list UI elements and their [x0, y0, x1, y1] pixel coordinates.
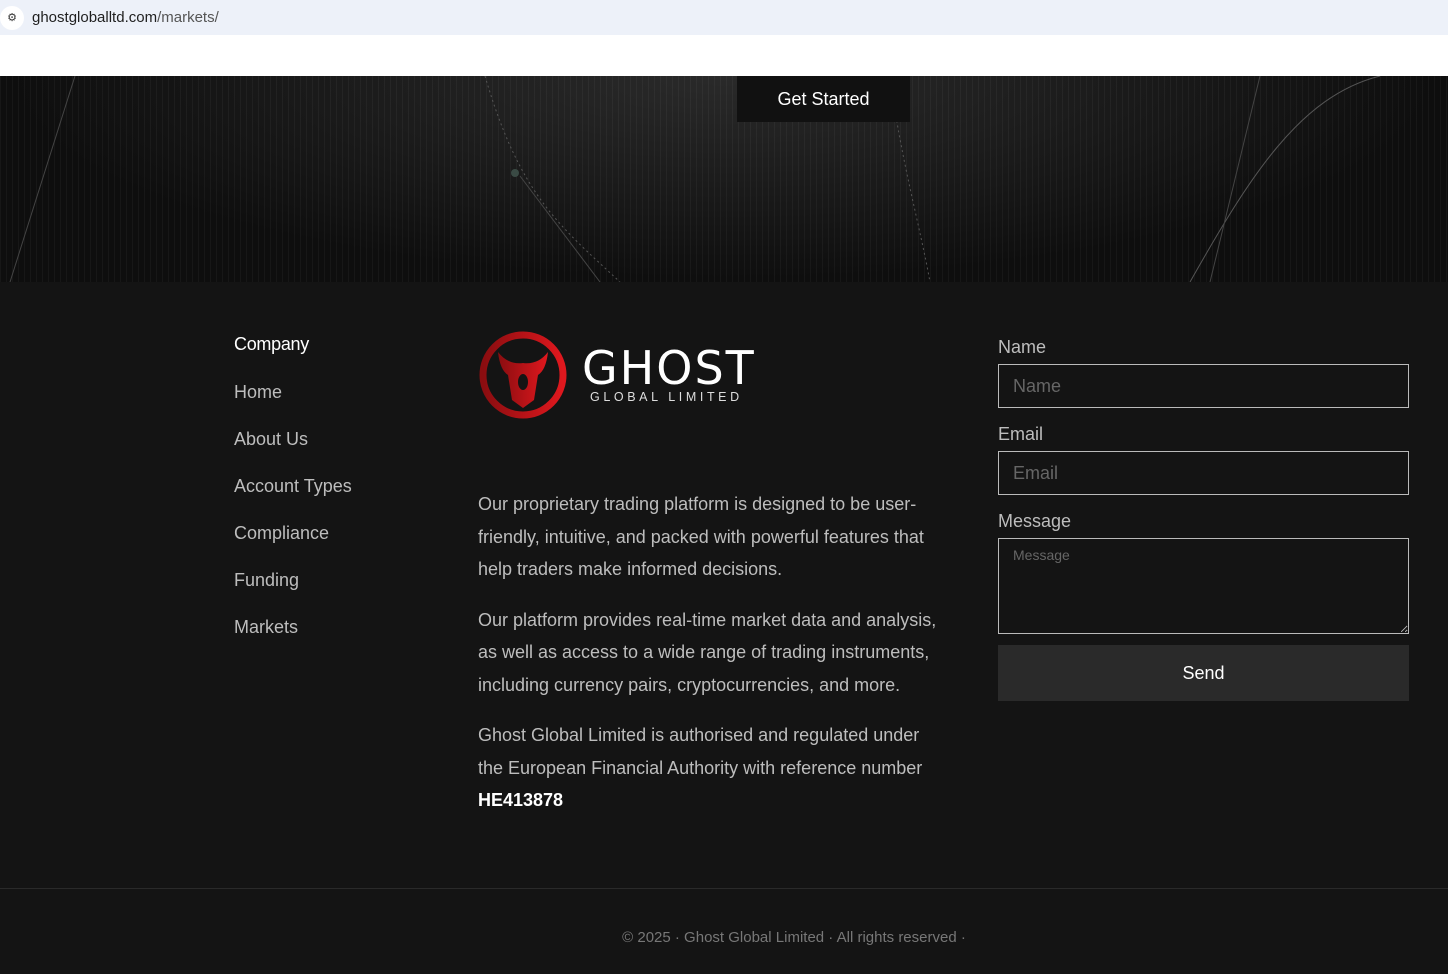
footer-link-funding[interactable]: Funding: [234, 570, 352, 591]
brand-logo: GHOST GLOBAL LIMITED: [478, 330, 938, 420]
reference-number: HE413878: [478, 790, 564, 810]
send-button[interactable]: Send: [998, 645, 1409, 701]
address-bar[interactable]: ⚙ ghostgloballtd.com/markets/: [0, 0, 1448, 35]
email-input[interactable]: [998, 451, 1409, 495]
get-started-button[interactable]: Get Started: [737, 76, 910, 122]
hero-banner: Get Started: [0, 76, 1448, 282]
about-section: GHOST GLOBAL LIMITED Our proprietary tra…: [478, 330, 938, 835]
email-label: Email: [998, 424, 1044, 444]
brand-name: GHOST: [582, 341, 756, 395]
about-paragraph-3: Ghost Global Limited is authorised and r…: [478, 725, 923, 810]
mesh-background: [9, 76, 1381, 282]
footer-link-home[interactable]: Home: [234, 382, 352, 403]
footer: Company Home About Us Account Types Comp…: [0, 282, 1448, 889]
footer-link-account-types[interactable]: Account Types: [234, 476, 352, 497]
footer-link-compliance[interactable]: Compliance: [234, 523, 352, 544]
copyright: © 2025 · Ghost Global Limited · All righ…: [622, 929, 966, 946]
site-settings-icon[interactable]: ⚙: [0, 5, 24, 30]
about-paragraph-2: Our platform provides real-time market d…: [478, 609, 937, 695]
message-input[interactable]: [998, 538, 1409, 634]
url-text[interactable]: ghostgloballtd.com/markets/: [32, 9, 219, 26]
brand-tagline: GLOBAL LIMITED: [590, 390, 743, 404]
name-input[interactable]: [998, 364, 1409, 408]
bull-logo-icon: [479, 331, 567, 419]
name-label: Name: [998, 337, 1047, 357]
company-heading: Company: [234, 334, 309, 354]
company-links: Company Home About Us Account Types Comp…: [234, 334, 352, 664]
footer-link-markets[interactable]: Markets: [234, 617, 352, 638]
about-paragraph-1: Our proprietary trading platform is desi…: [478, 494, 924, 579]
footer-link-about-us[interactable]: About Us: [234, 429, 352, 450]
contact-form: Name Email Message Send: [998, 337, 1409, 701]
header-strip: [0, 35, 1448, 76]
message-label: Message: [998, 511, 1072, 531]
